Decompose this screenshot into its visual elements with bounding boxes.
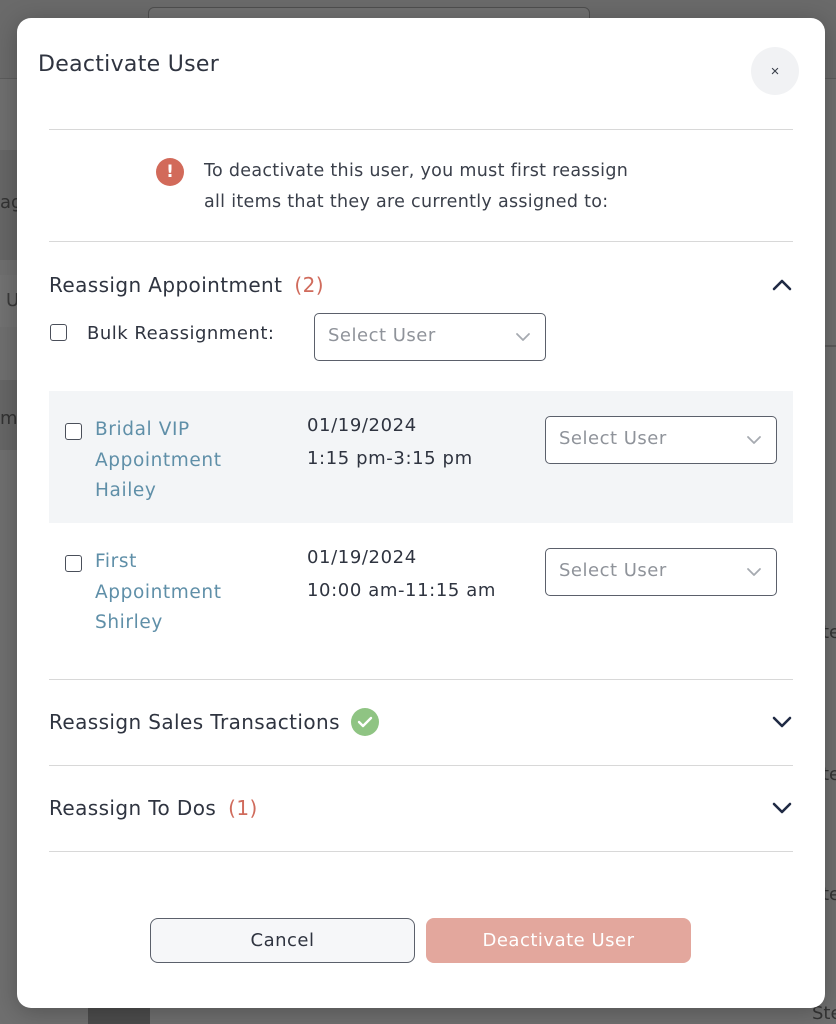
appointment-link[interactable]: Bridal VIP Appointment Hailey xyxy=(95,415,255,507)
select-user-dropdown[interactable]: Select User xyxy=(545,548,777,596)
section-count: (2) xyxy=(294,273,324,297)
chevron-down-icon xyxy=(516,333,530,341)
close-button[interactable]: × xyxy=(751,47,799,95)
divider xyxy=(49,679,793,680)
cancel-button[interactable]: Cancel xyxy=(150,918,415,963)
appointment-checkbox[interactable] xyxy=(65,555,82,572)
check-circle-icon xyxy=(350,708,379,736)
divider xyxy=(49,851,793,852)
modal-title: Deactivate User xyxy=(38,52,220,77)
close-icon: × xyxy=(770,62,780,80)
bulk-reassign-label: Bulk Reassignment: xyxy=(87,323,275,344)
select-placeholder: Select User xyxy=(328,325,436,346)
section-title: Reassign Sales Transactions xyxy=(49,710,340,734)
warning-text: To deactivate this user, you must first … xyxy=(204,161,629,212)
section-count: (1) xyxy=(228,796,258,820)
warning-message: ! To deactivate this user, you must firs… xyxy=(156,156,716,218)
background-text: m xyxy=(0,408,18,429)
alert-icon: ! xyxy=(156,158,184,186)
deactivate-user-modal: Deactivate User × ! To deactivate this u… xyxy=(17,18,825,1008)
select-user-dropdown[interactable]: Select User xyxy=(545,416,777,464)
divider xyxy=(49,765,793,766)
chevron-down-icon[interactable] xyxy=(771,798,793,818)
bulk-reassign-checkbox[interactable] xyxy=(50,324,67,341)
section-title: Reassign Appointment xyxy=(49,273,283,297)
appointment-datetime: 01/19/2024 10:00 am-11:15 am xyxy=(307,547,497,601)
section-title: Reassign To Dos xyxy=(49,796,217,820)
appointment-row: Bridal VIP Appointment Hailey 01/19/2024… xyxy=(49,391,793,523)
chevron-down-icon xyxy=(747,436,761,444)
appointment-checkbox[interactable] xyxy=(65,423,82,440)
deactivate-user-button[interactable]: Deactivate User xyxy=(426,918,691,963)
appointment-link[interactable]: First Appointment Shirley xyxy=(95,547,255,639)
divider xyxy=(49,129,793,130)
bulk-select-user-dropdown[interactable]: Select User xyxy=(314,313,546,361)
select-placeholder: Select User xyxy=(559,560,667,581)
chevron-down-icon xyxy=(747,568,761,576)
background-divider xyxy=(824,345,836,347)
appointment-datetime: 01/19/2024 1:15 pm-3:15 pm xyxy=(307,415,473,469)
chevron-down-icon[interactable] xyxy=(771,712,793,732)
section-header-todos[interactable]: Reassign To Dos (1) xyxy=(49,788,793,828)
section-header-appointments[interactable]: Reassign Appointment (2) xyxy=(49,265,793,305)
divider xyxy=(49,241,793,242)
section-header-sales-transactions[interactable]: Reassign Sales Transactions xyxy=(49,702,793,742)
select-placeholder: Select User xyxy=(559,428,667,449)
background-thumbnail xyxy=(88,1008,150,1024)
chevron-up-icon[interactable] xyxy=(771,275,793,295)
appointment-row: First Appointment Shirley 01/19/2024 10:… xyxy=(49,523,793,655)
